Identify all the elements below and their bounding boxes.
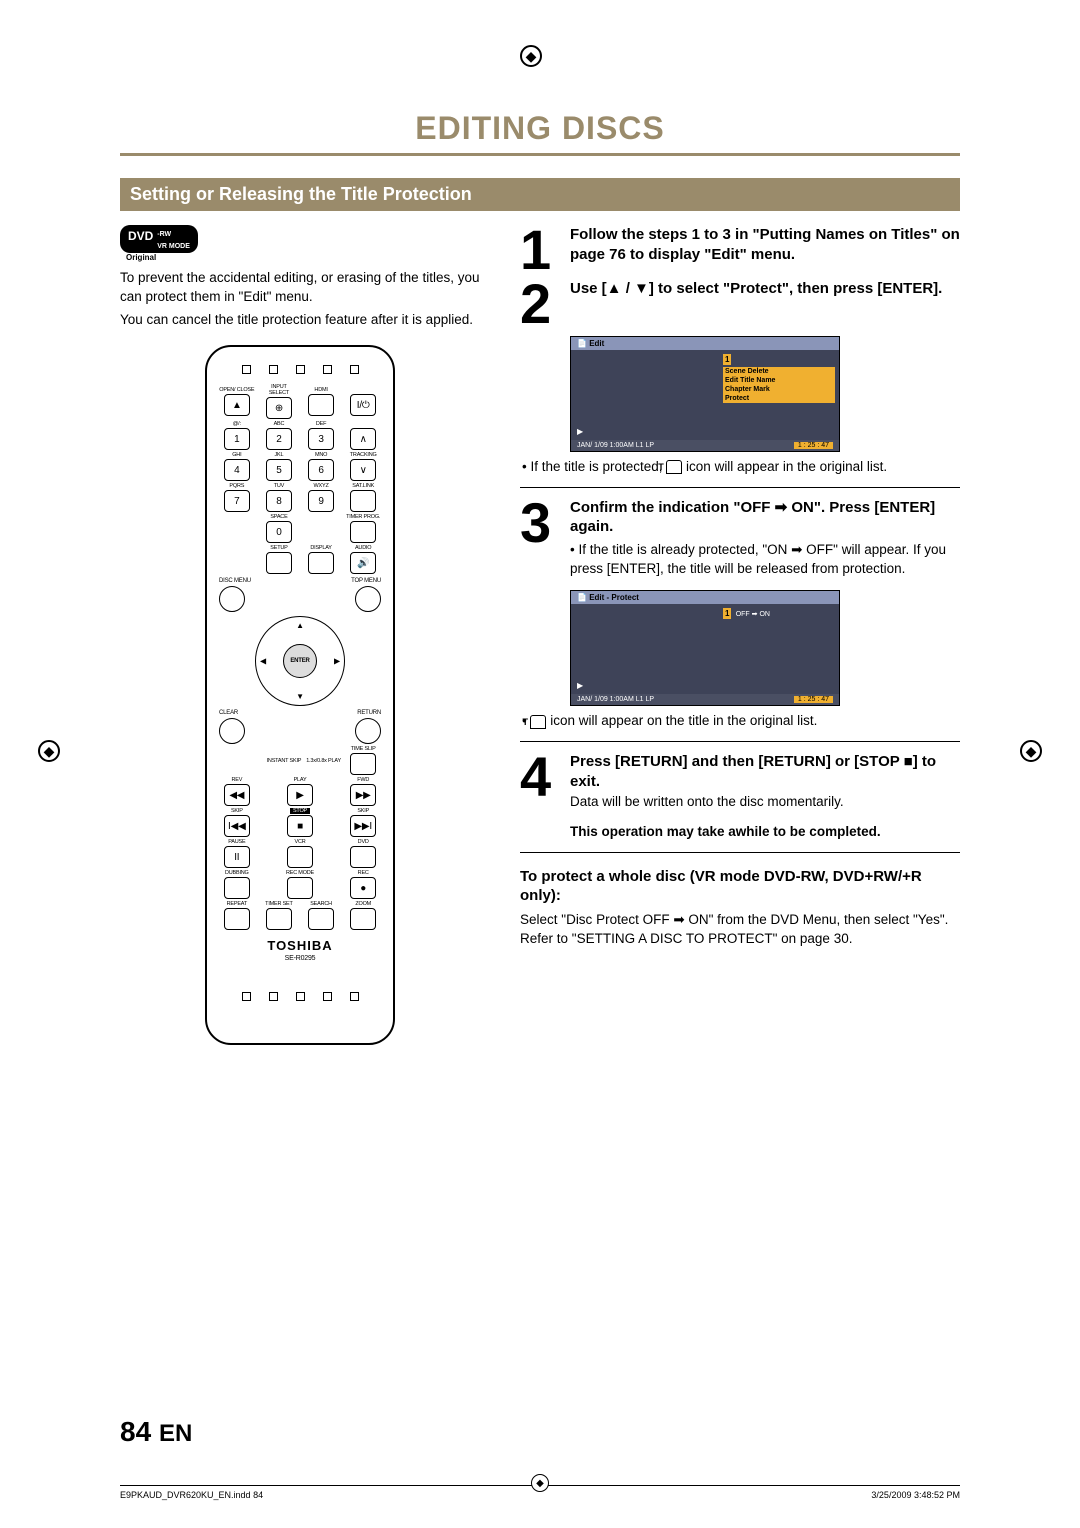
page-title: EDITING DISCS bbox=[120, 110, 960, 147]
step-1: 1 Follow the steps 1 to 3 in "Putting Na… bbox=[520, 225, 960, 275]
step-4: 4 Press [RETURN] and then [RETURN] or [S… bbox=[520, 752, 960, 811]
page-number: 84 EN bbox=[120, 1416, 192, 1448]
nav-pad: ▲ ▼ ◀ ▶ ENTER bbox=[255, 616, 345, 706]
remote-illustration: OPEN/ CLOSE▲ INPUT SELECT⊕ HDMI I/⏻ @/:1… bbox=[205, 345, 395, 1045]
sub-body: Select "Disc Protect OFF ➡ ON" from the … bbox=[520, 910, 960, 929]
osd-edit-menu: 📄 Edit 1 Scene Delete Edit Title Name Ch… bbox=[570, 336, 840, 452]
crop-mark-icon bbox=[520, 45, 542, 67]
sub-body: Refer to "SETTING A DISC TO PROTECT" on … bbox=[520, 929, 960, 948]
print-footer: E9PKAUD_DVR620KU_EN.indd 84 ◆ 3/25/2009 … bbox=[120, 1485, 960, 1500]
dvd-rw-badge: DVD -RW VR MODE bbox=[120, 225, 198, 253]
crop-mark-icon bbox=[1020, 740, 1042, 762]
left-column: DVD -RW VR MODE Original To prevent the … bbox=[120, 225, 480, 1045]
bullet-note: • icon will appear on the title in the o… bbox=[520, 712, 960, 731]
badge-subtitle: Original bbox=[126, 253, 480, 262]
operation-note: This operation may take awhile to be com… bbox=[570, 823, 960, 842]
intro-paragraph: You can cancel the title protection feat… bbox=[120, 310, 480, 329]
osd-protect-menu: 📄 Edit - Protect 1 OFF ➡ ON JAN/ 1/09 1:… bbox=[570, 590, 840, 706]
intro-paragraph: To prevent the accidental editing, or er… bbox=[120, 268, 480, 306]
bullet-note: • If the title is protected, icon will a… bbox=[520, 458, 960, 477]
manual-page: EDITING DISCS Setting or Releasing the T… bbox=[0, 0, 1080, 1528]
protect-tv-icon bbox=[666, 460, 682, 474]
step-2: 2 Use [▲ / ▼] to select "Protect", then … bbox=[520, 279, 960, 329]
crop-mark-icon bbox=[38, 740, 60, 762]
crop-mark-icon: ◆ bbox=[531, 1474, 549, 1492]
brand-logo: TOSHIBA bbox=[219, 938, 381, 953]
ir-leds bbox=[219, 365, 381, 374]
divider bbox=[120, 153, 960, 156]
sub-heading: To protect a whole disc (VR mode DVD-RW,… bbox=[520, 867, 960, 906]
model-number: SE-R0295 bbox=[219, 955, 381, 962]
step-3: 3 Confirm the indication "OFF ➡ ON". Pre… bbox=[520, 498, 960, 585]
section-bar: Setting or Releasing the Title Protectio… bbox=[120, 178, 960, 211]
right-column: 1 Follow the steps 1 to 3 in "Putting Na… bbox=[520, 225, 960, 1045]
protect-tv-icon bbox=[530, 715, 546, 729]
